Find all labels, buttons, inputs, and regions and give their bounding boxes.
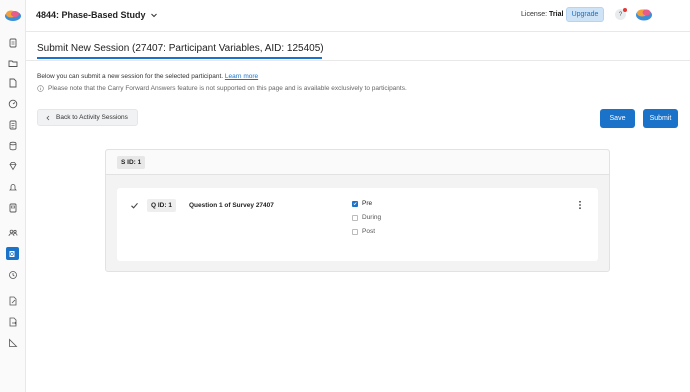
diamond-icon[interactable] bbox=[6, 159, 19, 172]
option-label: Post bbox=[362, 228, 376, 235]
option-label: Pre bbox=[362, 200, 373, 207]
submit-button[interactable]: Submit bbox=[643, 109, 678, 128]
divider bbox=[26, 60, 690, 61]
info-icon bbox=[37, 85, 44, 92]
more-options-icon[interactable] bbox=[575, 199, 585, 211]
back-to-sessions-button[interactable]: Back to Activity Sessions bbox=[37, 109, 138, 126]
sidebar: O bbox=[0, 0, 26, 392]
option-label: During bbox=[362, 214, 382, 221]
checkbox-post[interactable] bbox=[352, 228, 358, 235]
note-text: Please note that the Carry Forward Answe… bbox=[48, 85, 407, 92]
option-during[interactable]: During bbox=[352, 214, 381, 221]
license-info: License: Trial bbox=[521, 11, 563, 18]
checkbox-during[interactable] bbox=[352, 214, 358, 221]
export-icon[interactable] bbox=[6, 315, 19, 328]
license-value: Trial bbox=[549, 11, 564, 18]
session-card: S ID: 1 Q ID: 1 Question 1 of Survey 274… bbox=[105, 149, 610, 272]
notification-dot bbox=[623, 8, 627, 12]
session-id-badge: S ID: 1 bbox=[117, 156, 146, 169]
option-pre[interactable]: Pre bbox=[352, 200, 372, 207]
avatar[interactable] bbox=[635, 6, 653, 22]
back-label: Back to Activity Sessions bbox=[56, 114, 128, 121]
checkbox-pre[interactable] bbox=[352, 200, 358, 207]
active-tab-indicator bbox=[37, 57, 322, 59]
file-list-icon[interactable] bbox=[6, 118, 19, 131]
intro-text: Below you can submit a new session for t… bbox=[37, 73, 258, 80]
edit-file-icon[interactable] bbox=[6, 294, 19, 307]
question-card: Q ID: 1 Question 1 of Survey 27407 Pre D… bbox=[117, 188, 598, 261]
outlook-icon[interactable]: O bbox=[6, 247, 19, 260]
form-icon[interactable] bbox=[6, 201, 19, 214]
users-icon[interactable] bbox=[6, 226, 19, 239]
dashboard-icon[interactable] bbox=[6, 97, 19, 110]
save-button[interactable]: Save bbox=[600, 109, 635, 128]
app-logo-icon[interactable] bbox=[4, 8, 22, 22]
check-icon bbox=[131, 202, 138, 209]
history-icon[interactable] bbox=[6, 268, 19, 281]
checkmark-icon bbox=[353, 202, 357, 206]
question-text: Question 1 of Survey 27407 bbox=[189, 202, 274, 209]
ruler-icon[interactable] bbox=[6, 336, 19, 349]
learn-more-link[interactable]: Learn more bbox=[225, 73, 258, 80]
info-note: Please note that the Carry Forward Answe… bbox=[37, 85, 407, 92]
upgrade-button[interactable]: Upgrade bbox=[566, 7, 604, 22]
svg-text:O: O bbox=[10, 252, 14, 258]
chevron-left-icon bbox=[46, 115, 50, 120]
study-selector[interactable]: 4844: Phase-Based Study bbox=[36, 10, 158, 20]
folder-icon[interactable] bbox=[6, 56, 19, 69]
database-icon[interactable] bbox=[6, 139, 19, 152]
session-header: S ID: 1 bbox=[106, 150, 609, 175]
license-label: License: bbox=[521, 11, 548, 18]
page-title: Submit New Session (27407: Participant V… bbox=[37, 43, 324, 54]
study-title-text: 4844: Phase-Based Study bbox=[36, 10, 146, 20]
bell-icon[interactable] bbox=[6, 180, 19, 193]
chevron-down-icon bbox=[150, 13, 157, 18]
file-icon[interactable] bbox=[6, 76, 19, 89]
intro-message: Below you can submit a new session for t… bbox=[37, 73, 224, 80]
question-id-badge: Q ID: 1 bbox=[147, 199, 176, 212]
option-post[interactable]: Post bbox=[352, 228, 375, 235]
document-icon[interactable] bbox=[6, 36, 19, 49]
